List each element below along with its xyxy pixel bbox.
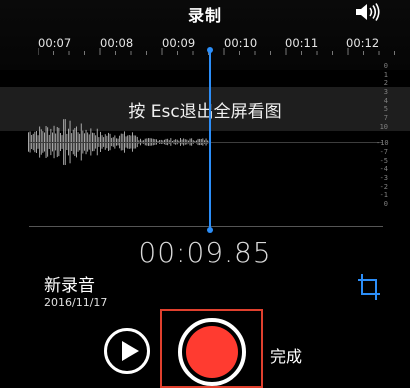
decibel-scale: 0 1 2 3 4 5 7 10 -10 -7 -5 -4 -3 -2 -1 0 xyxy=(376,62,389,227)
db-label: -3 xyxy=(379,173,388,182)
recording-date: 2016/11/17 xyxy=(44,296,108,309)
recording-name[interactable]: 新录音 xyxy=(44,271,95,296)
db-label: 10 xyxy=(379,122,388,131)
db-label: 0 xyxy=(383,199,388,208)
db-label: -4 xyxy=(379,165,388,174)
playhead-bottom-handle[interactable] xyxy=(207,227,213,233)
db-label: -10 xyxy=(376,139,389,148)
db-label: 5 xyxy=(383,105,388,114)
db-label: 3 xyxy=(383,87,388,96)
db-label: -5 xyxy=(379,156,388,165)
db-label: -7 xyxy=(379,147,388,156)
voice-memo-screen: 录制 00:07 00:08 00:09 00:10 00:11 00:12 按… xyxy=(0,0,410,388)
play-button[interactable] xyxy=(104,328,150,374)
done-button[interactable]: 完成 xyxy=(270,343,302,367)
waveform-baseline xyxy=(29,142,383,143)
page-title: 录制 xyxy=(187,6,222,25)
playhead[interactable] xyxy=(209,50,211,230)
db-label: -1 xyxy=(379,191,388,200)
db-label: 0 xyxy=(383,62,388,70)
record-icon xyxy=(186,326,238,378)
speaker-icon[interactable] xyxy=(354,2,380,22)
record-button[interactable] xyxy=(178,318,246,386)
elapsed-time: 00:09.85 xyxy=(138,236,272,269)
db-label: 4 xyxy=(383,96,388,105)
db-label: 2 xyxy=(383,79,388,88)
db-label: 7 xyxy=(383,113,388,122)
timeline-ticks xyxy=(38,48,395,55)
timeline-ruler[interactable]: 00:07 00:08 00:09 00:10 00:11 00:12 xyxy=(38,36,410,58)
waveform-bottom-divider xyxy=(29,226,383,227)
waveform[interactable] xyxy=(28,58,383,228)
db-label: 1 xyxy=(383,70,388,79)
db-label: -2 xyxy=(379,182,388,191)
playhead-top-handle[interactable] xyxy=(207,47,213,53)
trim-icon[interactable] xyxy=(356,272,382,304)
play-icon xyxy=(122,341,139,361)
